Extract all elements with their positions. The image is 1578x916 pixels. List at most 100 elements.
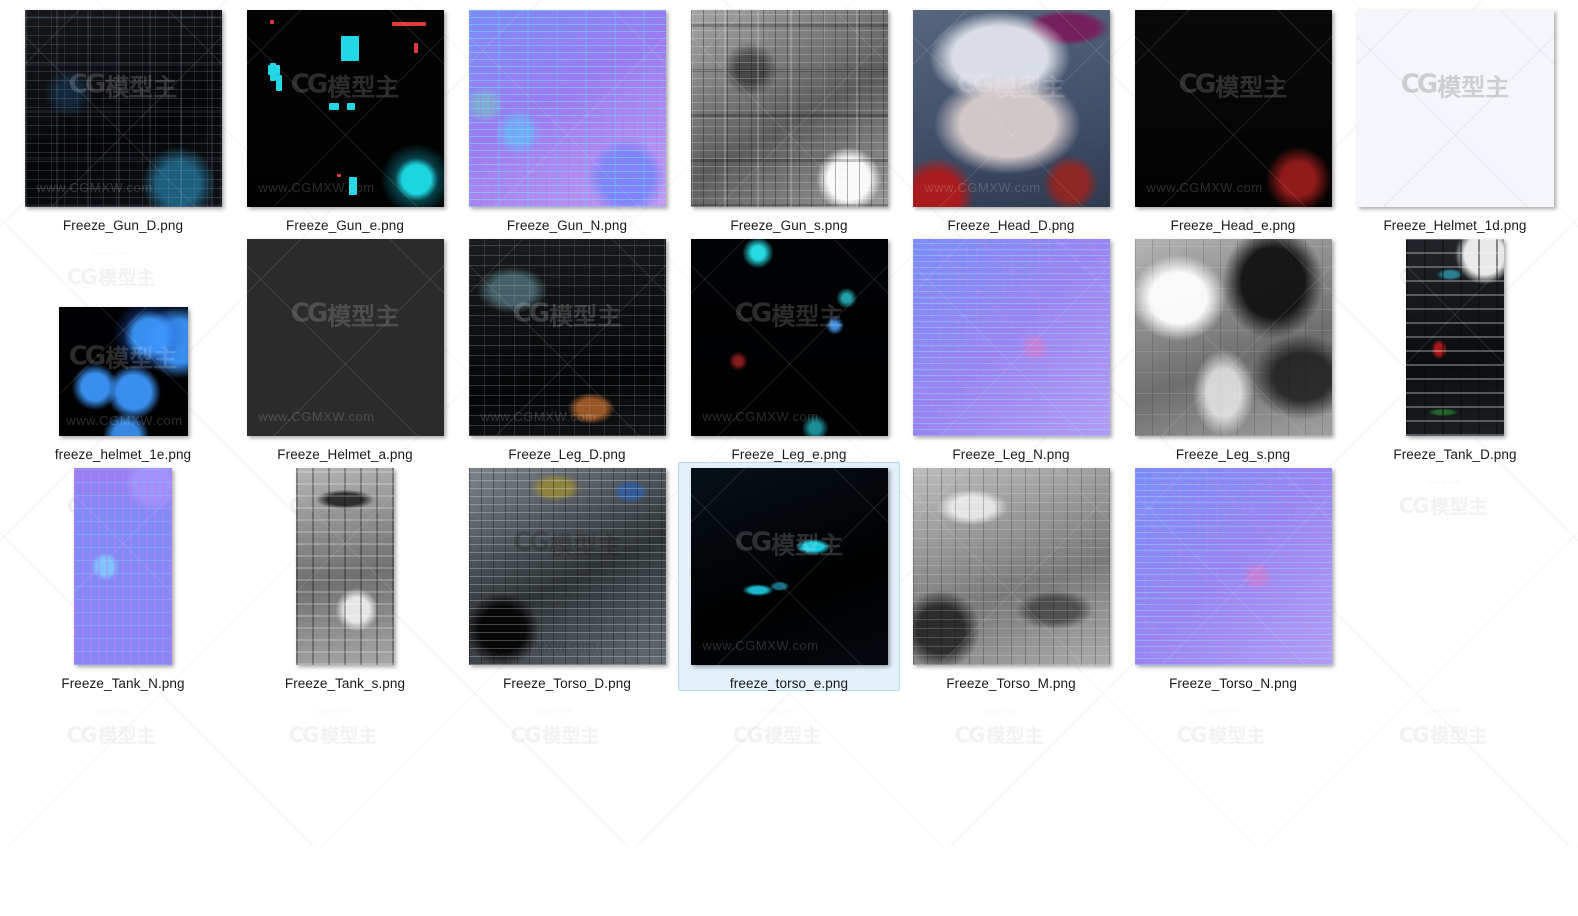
file-item[interactable]: Freeze_Gun_N.png — [456, 4, 678, 233]
thumbnail-crosshatch — [296, 468, 394, 665]
file-name-label[interactable]: Freeze_Head_D.png — [947, 218, 1074, 233]
file-item-selected[interactable]: CG 模型主 www.CGMXW.com freeze_torso_e.png — [678, 462, 900, 691]
file-thumbnail-image[interactable]: CG 模型主 www.CGMXW.com — [58, 307, 188, 436]
thumbnail-watermark-logo: CG 模型主 — [735, 296, 843, 331]
file-name-label[interactable]: Freeze_Torso_D.png — [503, 676, 631, 691]
file-item[interactable]: Freeze_Tank_s.png — [234, 462, 456, 691]
thumbnail-container: CG 模型主 www.CGMXW.com — [12, 238, 234, 436]
thumbnail-container: CG 模型主 www.CGMXW.com — [1122, 9, 1344, 207]
file-name-label[interactable]: Freeze_Helmet_1d.png — [1383, 218, 1526, 233]
thumbnail-watermark-cn: 模型主 — [327, 73, 400, 102]
file-name-label[interactable]: Freeze_Torso_N.png — [1169, 676, 1297, 691]
file-thumbnail-image[interactable]: CG 模型主 www.CGMXW.com — [912, 10, 1110, 207]
file-item[interactable]: Freeze_Tank_N.png — [12, 462, 234, 691]
thumbnail-crosshatch — [1134, 239, 1332, 436]
file-name-label[interactable]: Freeze_Helmet_a.png — [277, 447, 412, 462]
file-item[interactable]: CG 模型主 Freeze_Helmet_1d.png — [1344, 4, 1566, 233]
file-name-label[interactable]: Freeze_Leg_s.png — [1176, 447, 1290, 462]
watermark-tile: cgmxw.com CG模型主 — [1110, 687, 1332, 916]
watermark-tile: cgmxw.com CG模型主 — [1332, 687, 1554, 916]
watermark-cn-text: 模型主 — [1430, 726, 1488, 747]
file-thumbnail-image[interactable] — [74, 468, 172, 665]
file-thumbnail-image[interactable] — [296, 468, 394, 665]
file-name-label[interactable]: freeze_torso_e.png — [730, 676, 848, 691]
thumbnail-crosshatch — [1406, 239, 1504, 436]
file-item[interactable]: CG 模型主 www.CGMXW.com Freeze_Leg_e.png — [678, 233, 900, 462]
file-item[interactable]: Freeze_Torso_M.png — [900, 462, 1122, 691]
file-item[interactable]: Freeze_Torso_N.png — [1122, 462, 1344, 691]
file-item[interactable]: CG 模型主 www.CGMXW.com Freeze_Helmet_a.png — [234, 233, 456, 462]
thumbnail-crosshatch — [690, 468, 888, 665]
file-name-label[interactable]: Freeze_Tank_s.png — [285, 676, 405, 691]
file-thumbnail-grid[interactable]: CG 模型主 www.CGMXW.com Freeze_Gun_D.png CG 模型主 w… — [12, 4, 1568, 691]
file-thumbnail-image[interactable]: CG 模型主 www.CGMXW.com — [468, 239, 666, 436]
file-item[interactable]: Freeze_Leg_s.png — [1122, 233, 1344, 462]
file-thumbnail-image[interactable] — [912, 239, 1110, 436]
file-name-label[interactable]: Freeze_Tank_D.png — [1393, 447, 1516, 462]
file-thumbnail-image[interactable]: CG 模型主 — [1356, 10, 1554, 207]
file-name-label[interactable]: Freeze_Gun_e.png — [286, 218, 404, 233]
file-item[interactable]: CG 模型主 www.CGMXW.com freeze_helmet_1e.png — [12, 233, 234, 462]
thumbnail-container: CG 模型主 www.CGMXW.com — [234, 238, 456, 436]
watermark-tiny-url: cgmxw.com — [1425, 709, 1461, 715]
file-name-label[interactable]: Freeze_Head_e.png — [1171, 218, 1296, 233]
file-thumbnail-image[interactable] — [1134, 239, 1332, 436]
file-name-label[interactable]: Freeze_Leg_D.png — [508, 447, 625, 462]
thumbnail-watermark-cg: CG — [68, 69, 106, 100]
file-thumbnail-image[interactable]: CG 模型主 www.CGMXW.com — [246, 10, 444, 207]
file-thumbnail-image[interactable]: CG 模型主 www.CGMXW.com — [690, 468, 888, 665]
file-item[interactable]: CG 模型主 www.CGMXW.com Freeze_Torso_D.png — [456, 462, 678, 691]
thumbnail-watermark-cn: 模型主 — [549, 531, 622, 560]
thumbnail-watermark-url: www.CGMXW.com — [480, 409, 597, 425]
file-name-label[interactable]: Freeze_Leg_N.png — [952, 447, 1069, 462]
file-item[interactable]: CG 模型主 www.CGMXW.com Freeze_Head_D.png — [900, 4, 1122, 233]
file-item[interactable]: Freeze_Tank_D.png — [1344, 233, 1566, 462]
thumbnail-crosshatch — [74, 468, 172, 665]
thumbnail-crosshatch — [24, 10, 222, 207]
file-thumbnail-image[interactable] — [1134, 468, 1332, 665]
thumbnail-watermark-cn: 模型主 — [1215, 73, 1288, 102]
thumbnail-container — [1122, 467, 1344, 665]
thumbnail-crosshatch — [912, 10, 1110, 207]
file-name-label[interactable]: Freeze_Tank_N.png — [61, 676, 184, 691]
file-name-label[interactable]: Freeze_Torso_M.png — [946, 676, 1075, 691]
file-name-label[interactable]: Freeze_Gun_N.png — [507, 218, 627, 233]
watermark-tiny-url: cgmxw.com — [537, 709, 573, 715]
file-item[interactable]: CG 模型主 www.CGMXW.com Freeze_Gun_e.png — [234, 4, 456, 233]
file-thumbnail-image[interactable] — [690, 10, 888, 207]
thumbnail-container: CG 模型主 www.CGMXW.com — [679, 468, 899, 665]
thumbnail-watermark-url: www.CGMXW.com — [480, 638, 597, 654]
thumbnail-watermark-url: www.CGMXW.com — [258, 180, 375, 196]
watermark-tiny-url: cgmxw.com — [1203, 709, 1239, 715]
file-name-label[interactable]: Freeze_Leg_e.png — [732, 447, 847, 462]
thumbnail-watermark-logo: CG 模型主 — [69, 339, 177, 374]
file-item[interactable]: CG 模型主 www.CGMXW.com Freeze_Gun_D.png — [12, 4, 234, 233]
file-name-label[interactable]: Freeze_Gun_s.png — [730, 218, 847, 233]
thumbnail-watermark-url: www.CGMXW.com — [702, 409, 819, 425]
file-name-label[interactable]: Freeze_Gun_D.png — [63, 218, 183, 233]
thumbnail-watermark-cg: CG — [68, 341, 106, 372]
thumbnail-container — [1344, 238, 1566, 436]
thumbnail-container: CG 模型主 www.CGMXW.com — [900, 9, 1122, 207]
file-name-label[interactable]: freeze_helmet_1e.png — [55, 447, 191, 462]
file-thumbnail-image[interactable] — [468, 10, 666, 207]
watermark-cn-text: 模型主 — [98, 726, 156, 747]
file-item[interactable]: Freeze_Gun_s.png — [678, 4, 900, 233]
file-item[interactable]: Freeze_Leg_N.png — [900, 233, 1122, 462]
file-item[interactable]: CG 模型主 www.CGMXW.com Freeze_Head_e.png — [1122, 4, 1344, 233]
file-item[interactable]: CG 模型主 www.CGMXW.com Freeze_Leg_D.png — [456, 233, 678, 462]
file-thumbnail-image[interactable] — [1406, 239, 1504, 436]
watermark-tile: cgmxw.com CG模型主 — [222, 687, 444, 916]
thumbnail-watermark-cn: 模型主 — [771, 302, 844, 331]
thumbnail-container: CG 模型主 www.CGMXW.com — [12, 9, 234, 207]
watermark-logo: CG模型主 — [511, 721, 600, 748]
thumbnail-watermark-logo: CG 模型主 — [291, 296, 399, 331]
file-thumbnail-image[interactable]: CG 模型主 www.CGMXW.com — [246, 239, 444, 436]
file-thumbnail-image[interactable]: CG 模型主 www.CGMXW.com — [1134, 10, 1332, 207]
file-thumbnail-image[interactable]: CG 模型主 www.CGMXW.com — [690, 239, 888, 436]
file-thumbnail-image[interactable]: CG 模型主 www.CGMXW.com — [468, 468, 666, 665]
file-thumbnail-image[interactable]: CG 模型主 www.CGMXW.com — [24, 10, 222, 207]
watermark-cn-text: 模型主 — [542, 726, 600, 747]
file-thumbnail-image[interactable] — [912, 468, 1110, 665]
thumbnail-crosshatch — [912, 468, 1110, 665]
